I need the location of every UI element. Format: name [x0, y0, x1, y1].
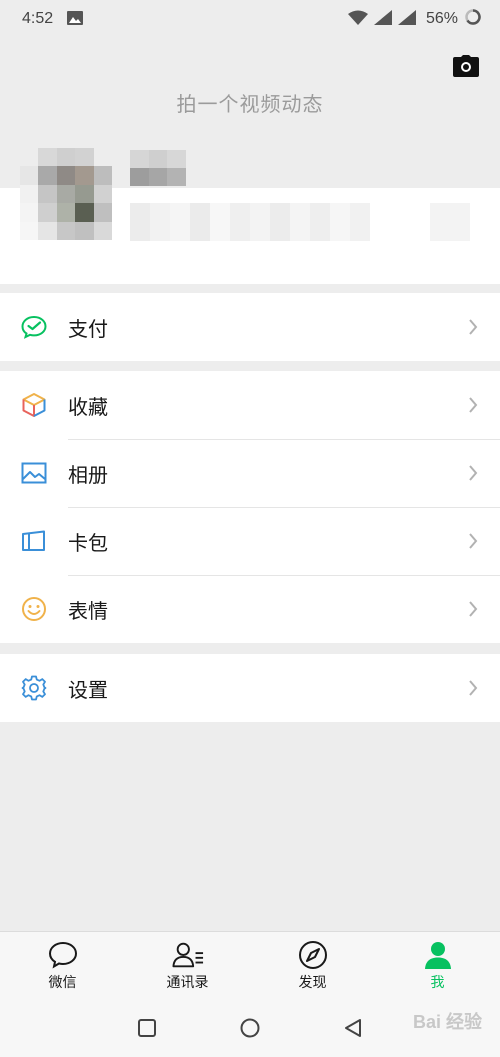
menu-group-pay: 支付: [0, 293, 500, 361]
menu-item-pay[interactable]: 支付: [0, 293, 500, 361]
menu-label-card-wallet: 卡包: [68, 530, 108, 555]
menu-label-pay: 支付: [68, 316, 108, 341]
home-button[interactable]: [230, 1008, 270, 1048]
status-time: 4:52: [22, 10, 54, 27]
chevron-right-icon: [468, 532, 482, 550]
tab-label-contacts: 通讯录: [166, 974, 209, 991]
menu-item-card-wallet[interactable]: 卡包: [0, 507, 500, 575]
menu-item-stickers[interactable]: 表情: [0, 575, 500, 643]
signal-1x-icon: [397, 9, 416, 29]
nickname-blurred: [130, 150, 186, 186]
tab-label-discover: 发现: [298, 974, 327, 991]
menu-label-favorites: 收藏: [68, 394, 108, 419]
favorites-cube-icon: [20, 391, 48, 419]
menu-group-main: 收藏 相册 卡包 表情: [0, 371, 500, 643]
person-icon: [422, 940, 454, 970]
status-bar: 4:52 56%: [0, 0, 500, 38]
menu-group-settings: 设置: [0, 654, 500, 722]
menu-label-stickers: 表情: [68, 598, 108, 623]
tab-chats[interactable]: 微信: [0, 932, 125, 999]
tab-label-me: 我: [430, 974, 445, 991]
chevron-right-icon: [468, 600, 482, 618]
gallery-notification-icon: [67, 10, 84, 29]
profile-header: 拍一个视频动态: [0, 38, 500, 284]
settings-gear-icon: [20, 674, 48, 702]
chevron-right-icon: [468, 679, 482, 697]
compass-icon: [297, 940, 329, 970]
square-icon: [138, 1019, 156, 1037]
recent-apps-button[interactable]: [127, 1008, 167, 1048]
chevron-right-icon: [468, 318, 482, 336]
tab-contacts[interactable]: 通讯录: [125, 932, 250, 999]
avatar[interactable]: [20, 148, 112, 240]
circle-icon: [240, 1018, 260, 1038]
chevron-right-icon: [468, 464, 482, 482]
video-moment-prompt[interactable]: 拍一个视频动态: [0, 88, 500, 117]
chat-bubble-icon: [47, 940, 79, 970]
tab-discover[interactable]: 发现: [250, 932, 375, 999]
camera-button[interactable]: [452, 54, 480, 78]
tab-me[interactable]: 我: [375, 932, 500, 999]
card-wallet-icon: [20, 527, 48, 555]
wechat-pay-icon: [20, 313, 48, 341]
wifi-icon: [347, 10, 368, 29]
menu-item-favorites[interactable]: 收藏: [0, 371, 500, 439]
battery-ring-icon: [464, 8, 482, 30]
battery-percent: 56%: [425, 10, 458, 27]
signal-4g-icon: [373, 9, 392, 29]
contacts-icon: [171, 940, 204, 970]
menu-item-settings[interactable]: 设置: [0, 654, 500, 722]
chevron-right-icon: [468, 396, 482, 414]
back-button[interactable]: [333, 1008, 373, 1048]
sticker-smile-icon: [20, 595, 48, 623]
bottom-tab-bar: 微信 通讯录 发现 我: [0, 931, 500, 999]
menu-label-settings: 设置: [68, 677, 108, 702]
album-icon: [20, 459, 48, 487]
wechat-id-blurred: [130, 203, 470, 241]
camera-icon: [453, 55, 479, 77]
menu-item-album[interactable]: 相册: [0, 439, 500, 507]
watermark: Bai 经验: [412, 1012, 482, 1032]
menu-label-album: 相册: [68, 462, 108, 487]
tab-label-chats: 微信: [48, 974, 77, 991]
triangle-back-icon: [345, 1019, 361, 1037]
